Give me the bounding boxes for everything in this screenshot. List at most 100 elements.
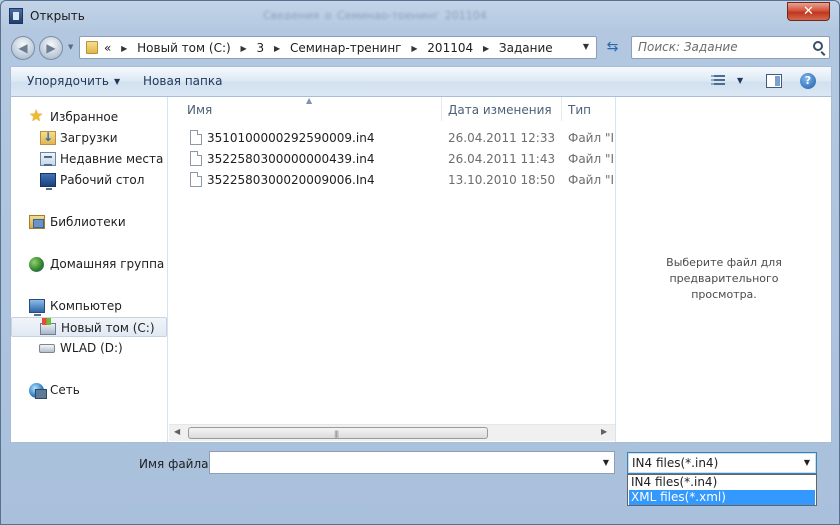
file-name: 3522580300000000439.in4 xyxy=(207,152,375,166)
scroll-right-icon[interactable]: ▶ xyxy=(601,427,607,436)
nav-item-drive-d[interactable]: WLAD (D:) xyxy=(11,338,167,358)
sort-ascending-icon: ▲ xyxy=(306,96,313,105)
nav-item-label: Загрузки xyxy=(60,131,118,145)
history-dropdown-icon[interactable]: ▼ xyxy=(68,43,73,51)
scrollbar-thumb[interactable]: ||| xyxy=(188,427,488,439)
filetype-dropdown-list: IN4 files(*.in4) XML files(*.xml) xyxy=(627,474,817,506)
column-header-label: Тип xyxy=(568,103,591,117)
column-header-label: Дата изменения xyxy=(448,103,552,117)
chevron-right-icon[interactable]: ▶ xyxy=(241,44,247,53)
downloads-folder-icon xyxy=(40,130,56,145)
file-list[interactable]: ▲ Имя Дата изменения Тип 351010000029259… xyxy=(169,96,615,442)
chevron-down-icon: ▼ xyxy=(113,77,121,86)
chevron-right-icon[interactable]: ▶ xyxy=(121,44,127,53)
background-window-title: Сведения_о_Семинар-тренинг_201104 xyxy=(263,9,487,19)
nav-item-label: Рабочий стол xyxy=(60,173,145,187)
nav-item-network[interactable]: Сеть xyxy=(11,380,167,400)
help-icon[interactable]: ? xyxy=(800,73,816,89)
close-button[interactable]: ✕ xyxy=(787,2,830,21)
filetype-selected-value: IN4 files(*.in4) xyxy=(632,456,719,470)
column-header-type[interactable]: Тип xyxy=(562,97,615,121)
nav-item-label: Библиотеки xyxy=(50,215,126,229)
nav-item-label: Сеть xyxy=(50,383,80,397)
new-folder-button[interactable]: Новая папка xyxy=(143,74,222,88)
file-type: Файл "IN xyxy=(568,173,615,187)
file-row[interactable]: 3522580300000000439.in4 26.04.2011 11:43… xyxy=(169,149,615,170)
file-icon xyxy=(190,130,202,145)
filetype-option[interactable]: IN4 files(*.in4) xyxy=(629,475,815,490)
address-dropdown-icon[interactable]: ▼ xyxy=(583,42,589,51)
filetype-select[interactable]: IN4 files(*.in4) ▼ xyxy=(627,452,817,474)
preview-message: Выберите файл для предварительного просм… xyxy=(616,255,832,303)
window-title: Открыть xyxy=(30,9,85,23)
libraries-icon xyxy=(29,215,45,229)
horizontal-scrollbar[interactable]: ◀ ||| ▶ xyxy=(169,424,615,441)
preview-message-line: Выберите файл для предварительного xyxy=(666,256,782,285)
organize-button[interactable]: Упорядочить ▼ xyxy=(27,74,120,88)
star-icon: ★ xyxy=(29,106,44,125)
computer-icon xyxy=(29,299,45,316)
refresh-button[interactable]: ⇆ xyxy=(601,37,624,59)
forward-button[interactable]: ▶ xyxy=(39,36,63,60)
title-bar: Открыть Сведения_о_Семинар-тренинг_20110… xyxy=(1,1,839,31)
nav-item-favorites[interactable]: ★ Избранное xyxy=(11,106,167,127)
forward-arrow-icon: ▶ xyxy=(46,41,56,55)
preview-pane-toggle-icon[interactable] xyxy=(766,74,782,88)
chevron-down-icon[interactable]: ▼ xyxy=(804,458,810,467)
nav-item-recent[interactable]: Недавние места xyxy=(11,149,167,169)
file-row[interactable]: 3510100000292590009.in4 26.04.2011 12:33… xyxy=(169,128,615,149)
filetype-option[interactable]: XML files(*.xml) xyxy=(629,490,815,505)
chevron-down-icon[interactable]: ▼ xyxy=(603,458,609,467)
nav-item-drive-c[interactable]: Новый том (C:) xyxy=(11,317,167,337)
back-button[interactable]: ◀ xyxy=(11,36,35,60)
search-input[interactable] xyxy=(638,40,808,54)
navigation-pane[interactable]: ★ Избранное Загрузки Недавние места Рабо… xyxy=(11,97,168,442)
search-icon[interactable] xyxy=(813,41,823,51)
breadcrumb-item[interactable]: 201104 xyxy=(427,41,473,55)
chevron-right-icon[interactable]: ▶ xyxy=(274,44,280,53)
file-row[interactable]: 3522580300020009006.In4 13.10.2010 18:50… xyxy=(169,170,615,191)
file-type: Файл "IN xyxy=(568,131,615,145)
nav-item-desktop[interactable]: Рабочий стол xyxy=(11,170,167,190)
nav-item-homegroup[interactable]: Домашняя группа xyxy=(11,254,167,274)
chevron-right-icon[interactable]: ▶ xyxy=(483,44,489,53)
filename-combobox[interactable]: ▼ xyxy=(209,451,615,474)
chevron-right-icon[interactable]: ▶ xyxy=(411,44,417,53)
nav-item-label: Избранное xyxy=(50,110,119,124)
file-icon xyxy=(190,151,202,166)
organize-label: Упорядочить xyxy=(27,74,109,88)
breadcrumb-item[interactable]: 3 xyxy=(256,41,264,55)
view-options-dropdown-icon[interactable]: ▼ xyxy=(737,76,743,85)
file-date: 26.04.2011 11:43 xyxy=(448,152,556,166)
file-date: 26.04.2011 12:33 xyxy=(448,131,556,145)
nav-item-libraries[interactable]: Библиотеки xyxy=(11,212,167,232)
scroll-left-icon[interactable]: ◀ xyxy=(174,427,180,436)
content-area: ★ Избранное Загрузки Недавние места Рабо… xyxy=(10,96,832,443)
file-name: 3522580300020009006.In4 xyxy=(207,173,375,187)
back-arrow-icon: ◀ xyxy=(18,41,28,55)
grip-icon: ||| xyxy=(334,430,339,438)
file-icon xyxy=(190,172,202,187)
filename-label: Имя файла: xyxy=(139,457,213,471)
column-header-date[interactable]: Дата изменения xyxy=(442,97,561,121)
breadcrumb-item[interactable]: Семинар-тренинг xyxy=(290,41,402,55)
breadcrumb-item[interactable]: Задание xyxy=(499,41,553,55)
system-drive-icon xyxy=(40,318,56,335)
breadcrumb: « ▶ Новый том (C:) ▶ 3 ▶ Семинар-тренинг… xyxy=(104,41,553,55)
removable-drive-icon xyxy=(39,344,55,353)
preview-message-line: просмотра. xyxy=(691,288,757,301)
folder-icon xyxy=(86,41,98,54)
breadcrumb-overflow[interactable]: « xyxy=(104,41,111,55)
nav-item-computer[interactable]: Компьютер xyxy=(11,296,167,316)
nav-item-downloads[interactable]: Загрузки xyxy=(11,128,167,148)
search-box[interactable] xyxy=(631,36,830,59)
file-date: 13.10.2010 18:50 xyxy=(448,173,556,187)
address-bar[interactable]: « ▶ Новый том (C:) ▶ 3 ▶ Семинар-тренинг… xyxy=(79,36,597,59)
column-header-name[interactable]: ▲ Имя xyxy=(169,96,441,121)
filename-input[interactable] xyxy=(214,455,594,469)
change-view-icon[interactable] xyxy=(711,75,725,87)
command-bar: Упорядочить ▼ Новая папка ▼ ? xyxy=(10,66,832,96)
breadcrumb-item[interactable]: Новый том (C:) xyxy=(137,41,231,55)
homegroup-icon xyxy=(29,257,44,272)
nav-item-label: Компьютер xyxy=(50,299,122,313)
